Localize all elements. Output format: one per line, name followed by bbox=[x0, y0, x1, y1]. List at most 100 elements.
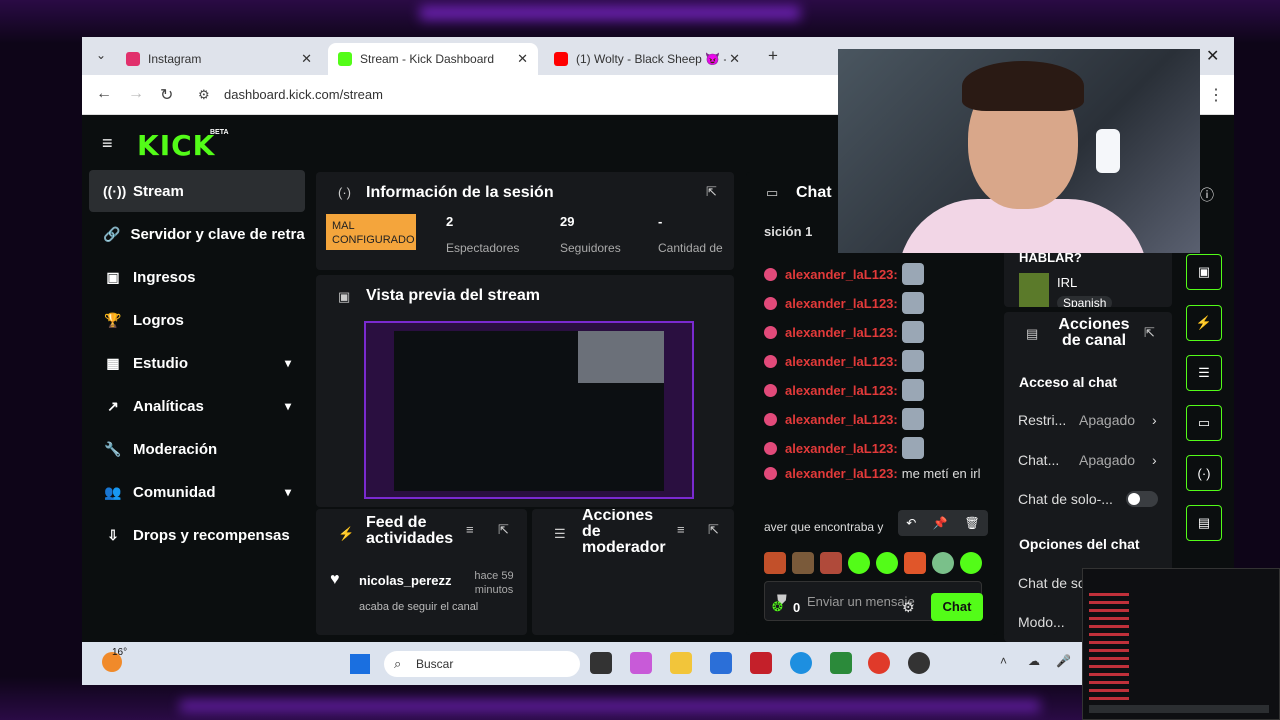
sidebar-item-studio[interactable]: ▦ Estudio ▾ bbox=[89, 342, 305, 384]
mcafee-icon[interactable] bbox=[750, 652, 772, 674]
chat-message[interactable]: alexander_laL123: bbox=[764, 379, 924, 401]
task-view-icon[interactable] bbox=[590, 652, 612, 674]
feed-user[interactable]: nicolas_perezz bbox=[359, 573, 452, 588]
rail-button-actions[interactable]: ▤ bbox=[1186, 505, 1222, 541]
sidebar-item-moderation[interactable]: 🔧 Moderación bbox=[89, 428, 305, 470]
pinned-message[interactable]: sición 1 bbox=[764, 224, 812, 239]
setting-row-chat[interactable]: Chat... Apagado › bbox=[1018, 452, 1157, 468]
emote-icon[interactable] bbox=[792, 552, 814, 574]
chevron-up-icon[interactable]: ˄ bbox=[1000, 654, 1007, 668]
chat-user[interactable]: alexander_laL123 bbox=[785, 267, 893, 282]
category-thumbnail[interactable] bbox=[1019, 273, 1049, 307]
sidebar-item-label: Analíticas bbox=[133, 397, 204, 415]
popout-icon[interactable]: ⇱ bbox=[706, 184, 717, 200]
windows-start-icon[interactable] bbox=[350, 654, 370, 674]
trash-icon[interactable]: 🗑 bbox=[964, 516, 979, 530]
url-field[interactable]: dashboard.kick.com/stream bbox=[224, 87, 383, 102]
chat-message[interactable]: alexander_laL123: bbox=[764, 350, 924, 372]
stream-preview-video[interactable] bbox=[364, 321, 694, 499]
taskbar-search[interactable]: ⌕ Buscar bbox=[384, 651, 580, 677]
chat-user[interactable]: alexander_laL123 bbox=[785, 354, 893, 369]
undo-icon[interactable]: ↶ bbox=[906, 516, 916, 530]
chat-user[interactable]: alexander_laL123 bbox=[785, 441, 893, 456]
app-icon[interactable] bbox=[710, 652, 732, 674]
filter-icon[interactable]: ≡ bbox=[466, 522, 474, 537]
emote-icon[interactable] bbox=[932, 552, 954, 574]
chat-user[interactable]: alexander_laL123 bbox=[785, 466, 893, 481]
store-icon[interactable] bbox=[830, 652, 852, 674]
kick-logo[interactable]: KICK bbox=[137, 129, 215, 162]
menu-icon[interactable]: ⋮ bbox=[1208, 85, 1224, 105]
info-icon[interactable]: ⓘ bbox=[1200, 185, 1214, 205]
emote-icon[interactable] bbox=[764, 552, 786, 574]
pin-icon[interactable]: 📌 bbox=[933, 516, 948, 530]
new-tab-icon[interactable]: + bbox=[768, 46, 778, 66]
badge-icon bbox=[764, 383, 777, 397]
back-icon[interactable]: ← bbox=[96, 85, 112, 103]
message-actions: ↶ 📌 🗑 bbox=[898, 510, 988, 536]
rail-button-list[interactable]: ☰ bbox=[1186, 355, 1222, 391]
chat-user[interactable]: alexander_laL123 bbox=[785, 325, 893, 340]
popout-icon[interactable]: ⇱ bbox=[708, 522, 719, 538]
popout-icon[interactable]: ⇱ bbox=[1144, 325, 1155, 341]
file-explorer-icon[interactable] bbox=[670, 652, 692, 674]
popout-icon[interactable]: ⇱ bbox=[498, 522, 509, 538]
obs-icon[interactable] bbox=[908, 652, 930, 674]
emote-icon[interactable] bbox=[876, 552, 898, 574]
close-icon[interactable]: ✕ bbox=[301, 51, 312, 67]
rail-button-chat[interactable]: ▭ bbox=[1186, 405, 1222, 441]
emote-icon[interactable] bbox=[848, 552, 870, 574]
sidebar-item-community[interactable]: 👥 Comunidad ▾ bbox=[89, 471, 305, 513]
category-label[interactable]: IRL bbox=[1057, 275, 1077, 290]
chat-message[interactable]: alexander_laL123: me metí en irl bbox=[764, 466, 981, 481]
edge-icon[interactable] bbox=[790, 652, 812, 674]
sidebar-item-stream[interactable]: ((·)) Stream bbox=[89, 170, 305, 212]
setting-row-restrict[interactable]: Restri... Apagado › bbox=[1018, 412, 1157, 428]
tab-label: Stream - Kick Dashboard bbox=[360, 52, 495, 66]
list-icon: ☰ bbox=[1198, 365, 1210, 380]
forward-icon[interactable]: → bbox=[128, 85, 144, 103]
setting-row-option1[interactable]: Chat de so bbox=[1018, 575, 1086, 591]
chat-message[interactable]: alexander_laL123: bbox=[764, 292, 924, 314]
trophy-icon: 🏆 bbox=[104, 311, 122, 328]
close-icon[interactable]: ✕ bbox=[729, 51, 740, 67]
send-chat-button[interactable]: Chat bbox=[931, 593, 983, 621]
sidebar-item-analytics[interactable]: ↗ Analíticas ▾ bbox=[89, 385, 305, 427]
emote-icon[interactable] bbox=[960, 552, 982, 574]
filter-icon[interactable]: ≡ bbox=[677, 522, 685, 537]
window-close-icon[interactable]: ✕ bbox=[1206, 46, 1219, 66]
rail-button-preview[interactable]: ▣ bbox=[1186, 254, 1222, 290]
rail-button-session[interactable]: (·) bbox=[1186, 455, 1222, 491]
sidebar-item-drops[interactable]: ⇩ Drops y recompensas bbox=[89, 514, 305, 556]
tab-youtube[interactable]: (1) Wolty - Black Sheep 😈 - Yo ✕ bbox=[544, 43, 750, 75]
reload-icon[interactable]: ↻ bbox=[160, 85, 173, 105]
chat-message[interactable]: alexander_laL123: bbox=[764, 437, 924, 459]
tab-instagram[interactable]: Instagram ✕ bbox=[116, 43, 322, 75]
chat-user[interactable]: alexander_laL123 bbox=[785, 296, 893, 311]
close-icon[interactable]: ✕ bbox=[517, 51, 528, 67]
emote-icon[interactable] bbox=[820, 552, 842, 574]
chat-message[interactable]: alexander_laL123: bbox=[764, 408, 924, 430]
hamburger-icon[interactable]: ≡ bbox=[102, 133, 113, 154]
stat-label: Espectadores bbox=[446, 241, 520, 255]
site-info-icon[interactable]: ⚙ bbox=[198, 87, 210, 103]
tab-kick-dashboard[interactable]: Stream - Kick Dashboard ✕ bbox=[328, 43, 538, 75]
chrome-icon[interactable] bbox=[868, 652, 890, 674]
chat-message[interactable]: alexander_laL123: bbox=[764, 263, 924, 285]
sidebar-item-income[interactable]: ▣ Ingresos bbox=[89, 256, 305, 298]
chat-user[interactable]: alexander_laL123 bbox=[785, 412, 893, 427]
sidebar-item-server[interactable]: 🔗 Servidor y clave de retrans bbox=[89, 213, 305, 255]
sidebar-item-achievements[interactable]: 🏆 Logros bbox=[89, 299, 305, 341]
gear-icon[interactable]: ⚙ bbox=[902, 599, 915, 616]
rail-button-activity[interactable]: ⚡ bbox=[1186, 305, 1222, 341]
chat-user[interactable]: alexander_laL123 bbox=[785, 383, 893, 398]
solo-chat-toggle[interactable] bbox=[1126, 491, 1158, 507]
emote-icon[interactable] bbox=[904, 552, 926, 574]
mic-icon[interactable]: 🎤 bbox=[1056, 654, 1071, 668]
chat-text: me metí en irl bbox=[901, 466, 981, 481]
setting-row-option2[interactable]: Modo... bbox=[1018, 614, 1065, 630]
copilot-icon[interactable] bbox=[630, 652, 652, 674]
network-icon[interactable]: ☁ bbox=[1028, 654, 1040, 668]
tab-list-icon[interactable]: ⌄ bbox=[96, 48, 106, 62]
chat-message[interactable]: alexander_laL123: bbox=[764, 321, 924, 343]
